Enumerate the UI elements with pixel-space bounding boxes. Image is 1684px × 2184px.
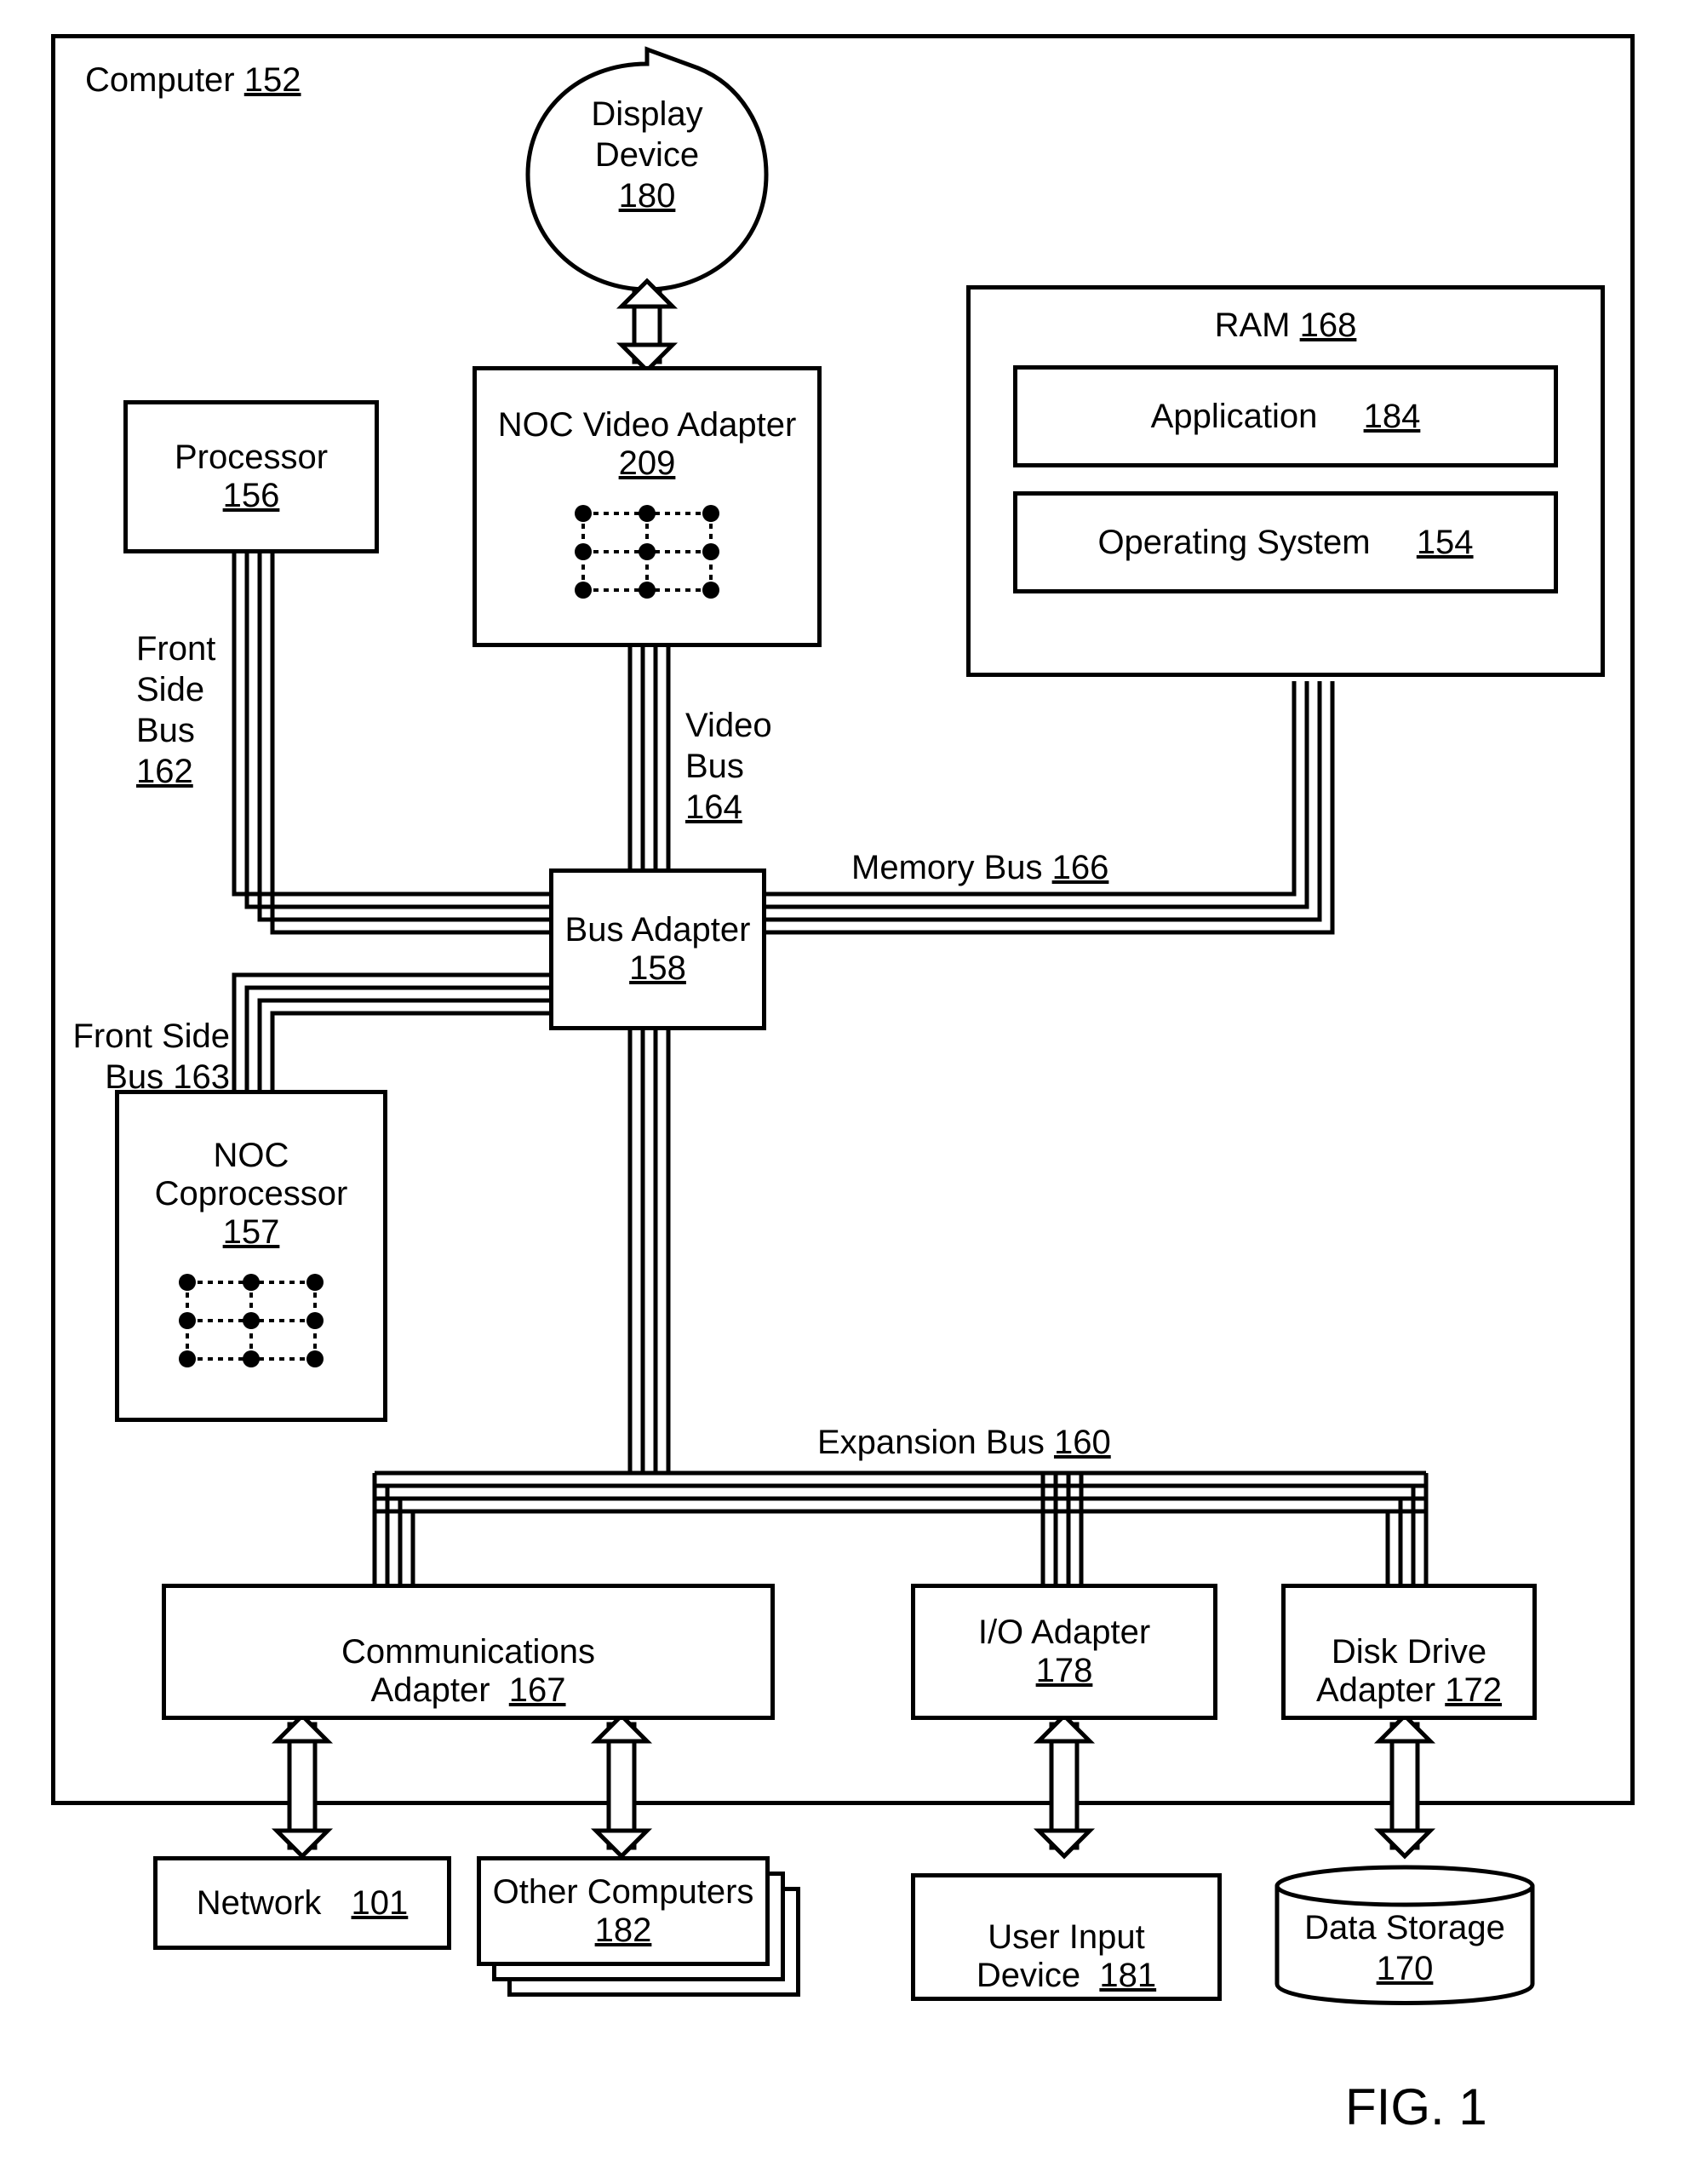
noc-video-adapter-ref: 209 <box>619 444 676 483</box>
io-adapter-label: I/O Adapter <box>978 1614 1150 1652</box>
user-input-device-box: User Input Device 181 <box>911 1873 1222 2001</box>
ram-label: RAM 168 <box>1215 307 1357 345</box>
other-computers-ref: 182 <box>595 1912 652 1950</box>
noc-coprocessor-box: NOC Coprocessor 157 <box>115 1090 387 1422</box>
bus-adapter-label: Bus Adapter <box>565 911 751 949</box>
application-box: Application 184 <box>1013 365 1558 467</box>
memory-bus-166-label: Memory Bus 166 <box>851 847 1149 888</box>
processor-label: Processor <box>175 439 328 477</box>
network-box: Network 101 <box>153 1856 451 1950</box>
bus-adapter-box: Bus Adapter 158 <box>549 868 766 1030</box>
bus-adapter-ref: 158 <box>629 949 686 988</box>
ram-box: RAM 168 Application 184 Operating System… <box>966 285 1605 677</box>
diagram-root: Computer 152 <box>51 34 1635 2018</box>
noc-coprocessor-ref: 157 <box>223 1213 280 1252</box>
data-storage-label: Data Storage 170 <box>1277 1907 1532 1989</box>
other-computers-label: Other Computers <box>493 1873 754 1912</box>
io-adapter-box: I/O Adapter 178 <box>911 1584 1217 1720</box>
io-adapter-ref: 178 <box>1036 1652 1093 1690</box>
noc-video-adapter-box: NOC Video Adapter 209 <box>473 366 822 647</box>
other-computers-stack: Other Computers 182 <box>477 1856 800 1997</box>
display-device-label: Display Device 180 <box>562 94 732 216</box>
noc-coprocessor-label: NOC Coprocessor <box>155 1137 348 1213</box>
front-side-bus-163-label: Front Side Bus 163 <box>60 975 230 1098</box>
video-bus-164-label: Video Bus164 <box>685 664 796 828</box>
communications-adapter-box: Communications Adapter 167 <box>162 1584 775 1720</box>
user-input-device-label: User Input Device 181 <box>977 1880 1156 1995</box>
front-side-bus-162-label: Front Side Bus162 <box>136 588 238 792</box>
disk-drive-adapter-box: Disk Drive Adapter 172 <box>1281 1584 1537 1720</box>
figure-label: FIG. 1 <box>1345 2078 1487 2136</box>
computer-label: Computer 152 <box>85 60 301 100</box>
disk-drive-adapter-label: Disk Drive Adapter 172 <box>1316 1595 1502 1710</box>
noc-video-adapter-label: NOC Video Adapter <box>498 406 797 444</box>
expansion-bus-160-label: Expansion Bus 160 <box>817 1422 1175 1463</box>
operating-system-box: Operating System 154 <box>1013 491 1558 593</box>
noc-grid-icon <box>566 496 728 607</box>
processor-ref: 156 <box>223 477 280 515</box>
processor-box: Processor 156 <box>123 400 379 553</box>
communications-adapter-label: Communications Adapter 167 <box>341 1595 595 1710</box>
noc-grid-icon <box>170 1265 332 1376</box>
